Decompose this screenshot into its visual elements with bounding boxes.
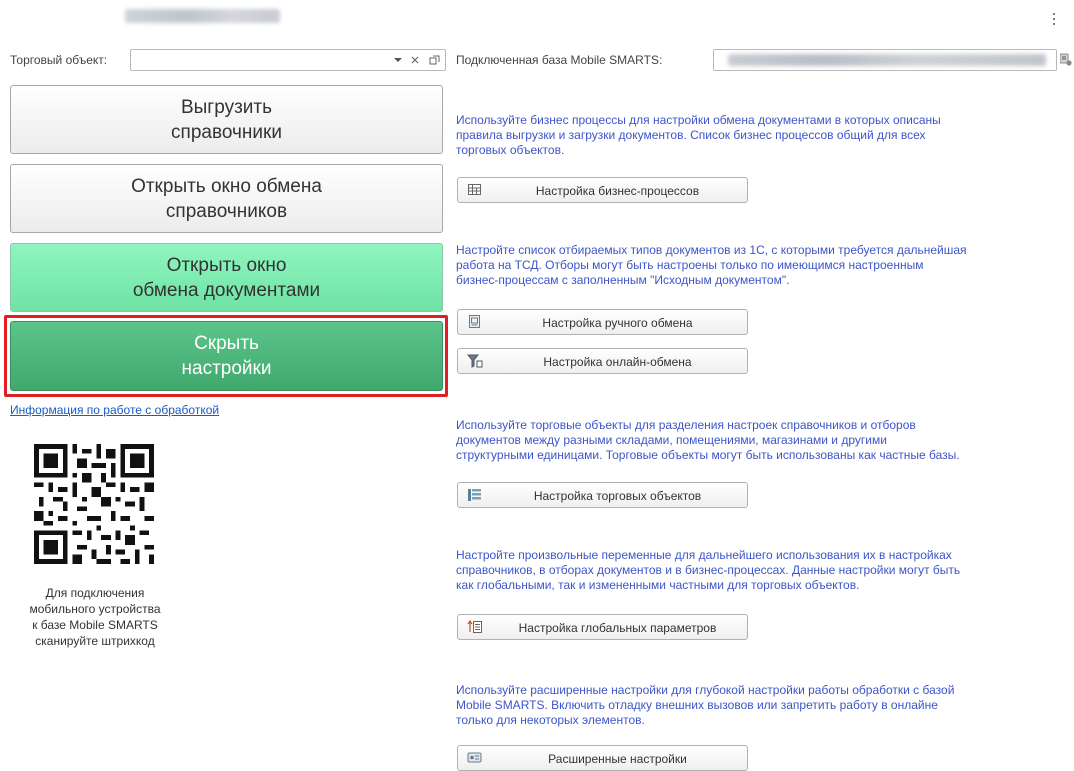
global-parameters-settings-label: Настройка глобальных параметров (518, 621, 717, 635)
database-select-icon[interactable] (1060, 53, 1072, 67)
description-line: Используйте торговые объекты для разделе… (456, 418, 916, 432)
form-title-blurred (125, 9, 280, 23)
table-icon (468, 184, 481, 195)
description-line: только для некоторых элементов. (456, 713, 645, 727)
description-line: торговых объектов. (456, 143, 565, 157)
trade-objects-settings-label: Настройка торговых объектов (533, 489, 702, 503)
description-line: структурными единицами. Торговые объекты… (456, 448, 960, 462)
more-menu-icon[interactable] (1047, 8, 1061, 30)
dropdown-arrow-icon[interactable] (389, 50, 407, 70)
business-process-description: Используйте бизнес процессы для настройк… (456, 113, 941, 158)
business-process-settings-button[interactable]: Настройка бизнес-процессов (457, 177, 748, 203)
document-icon (469, 315, 480, 328)
description-line: Используйте бизнес процессы для настройк… (456, 113, 941, 127)
upload-catalogs-button[interactable]: Выгрузить справочники (10, 85, 443, 154)
description-line: правила выгрузки и загрузки документов. … (456, 128, 926, 142)
trade-object-input[interactable] (130, 49, 446, 71)
open-icon[interactable] (425, 50, 443, 70)
advanced-settings-icon (467, 752, 482, 763)
upload-catalogs-line1: Выгрузить (180, 96, 273, 118)
description-line: как глобальными, так и измененными частн… (456, 578, 860, 592)
open-document-exchange-line1: Открыть окно (166, 254, 287, 276)
qr-caption-line: мобильного устройства (29, 602, 161, 616)
connected-db-value-blurred (728, 54, 1046, 66)
online-exchange-settings-button[interactable]: Настройка онлайн-обмена (457, 348, 748, 374)
connected-db-field[interactable] (713, 49, 1057, 71)
business-process-settings-label: Настройка бизнес-процессов (535, 184, 700, 198)
description-line: документов между разными складами, помещ… (456, 433, 887, 447)
filter-icon (467, 354, 483, 368)
qr-caption-line: Для подключения (45, 586, 145, 600)
open-document-exchange-button[interactable]: Открыть окно обмена документами (10, 243, 443, 312)
description-line: Настройте список отбираемых типов докуме… (456, 243, 967, 257)
open-catalog-exchange-line1: Открыть окно обмена (131, 175, 322, 197)
open-catalog-exchange-line2: справочников (165, 200, 288, 222)
document-filter-description: Настройте список отбираемых типов докуме… (456, 243, 967, 288)
qr-caption-line: к базе Mobile SMARTS (32, 618, 158, 632)
parameters-icon (467, 620, 482, 633)
trade-object-label: Торговый объект: (10, 53, 108, 67)
connected-db-label: Подключенная база Mobile SMARTS: (456, 53, 663, 67)
info-link[interactable]: Информация по работе с обработкой (10, 403, 219, 417)
advanced-settings-label: Расширенные настройки (548, 752, 687, 766)
advanced-settings-button[interactable]: Расширенные настройки (457, 745, 748, 771)
trade-objects-description: Используйте торговые объекты для разделе… (456, 418, 960, 463)
clear-icon[interactable] (406, 50, 424, 70)
global-parameters-description: Настройте произвольные переменные для да… (456, 548, 960, 593)
open-document-exchange-line2: обмена документами (132, 279, 321, 301)
manual-exchange-settings-label: Настройка ручного обмена (542, 316, 693, 330)
qr-caption: Для подключения мобильного устройства к … (10, 585, 180, 649)
description-line: Настройте произвольные переменные для да… (456, 548, 952, 562)
qr-code (34, 444, 154, 564)
description-line: справочников, в отборах документов и в б… (456, 563, 961, 577)
global-parameters-settings-button[interactable]: Настройка глобальных параметров (457, 614, 748, 640)
manual-exchange-settings-button[interactable]: Настройка ручного обмена (457, 309, 748, 335)
open-catalog-exchange-button[interactable]: Открыть окно обмена справочников (10, 164, 443, 233)
description-line: бизнес-процессам с заполненным "Исходным… (456, 273, 790, 287)
highlight-frame (4, 315, 448, 397)
qr-caption-line: сканируйте штрихкод (35, 634, 155, 648)
advanced-settings-description: Используйте расширенные настройки для гл… (456, 683, 954, 728)
online-exchange-settings-label: Настройка онлайн-обмена (543, 355, 692, 369)
upload-catalogs-line2: справочники (171, 121, 282, 143)
processing-form: Торговый объект: Подключенная база Mobil… (0, 0, 1074, 771)
trade-objects-settings-button[interactable]: Настройка торговых объектов (457, 482, 748, 508)
description-line: работа на ТСД. Отборы могут быть настрое… (456, 258, 924, 272)
hierarchy-icon (468, 489, 481, 501)
description-line: Используйте расширенные настройки для гл… (456, 683, 955, 697)
description-line: Mobile SMARTS. Включить отладку внешних … (456, 698, 938, 712)
